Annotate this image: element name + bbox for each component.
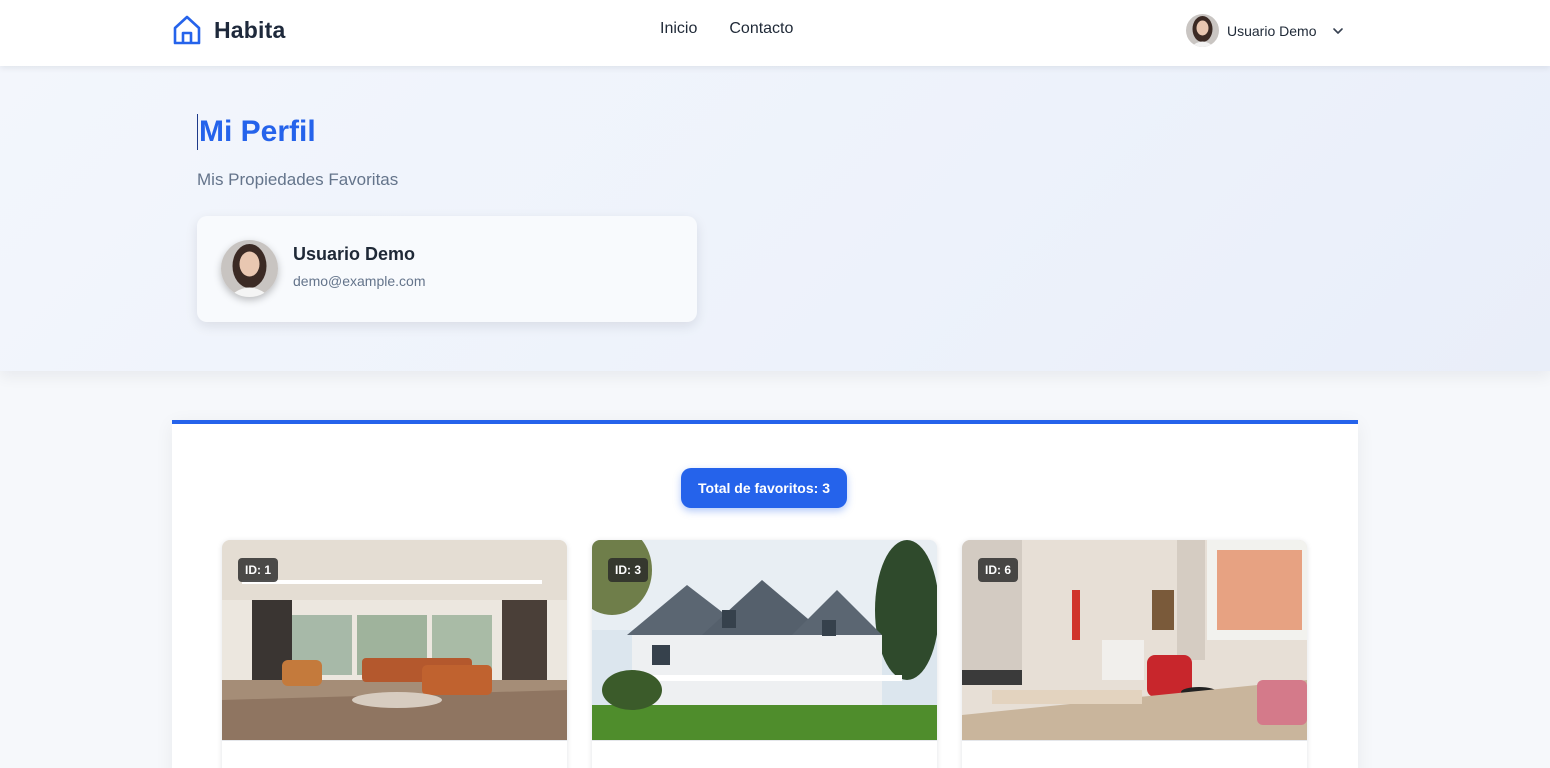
property-card[interactable]: ID: 1 <box>222 540 567 768</box>
property-id-badge: ID: 1 <box>238 558 279 582</box>
property-card-body <box>592 740 937 768</box>
property-id-badge: ID: 6 <box>978 558 1019 582</box>
total-favorites-badge: Total de favoritos: 3 <box>681 468 847 508</box>
property-id-badge: ID: 3 <box>608 558 649 582</box>
property-card[interactable]: ID: 3 <box>592 540 937 768</box>
user-menu-dropdown[interactable]: Usuario Demo <box>1186 14 1344 47</box>
avatar <box>1186 14 1219 47</box>
profile-name: Usuario Demo <box>293 244 416 264</box>
property-card-body <box>962 740 1307 768</box>
brand-logo-link[interactable]: Habita <box>172 14 286 46</box>
property-card-body <box>222 740 567 768</box>
property-card[interactable]: ID: 6 <box>962 540 1307 768</box>
chevron-down-icon <box>1333 27 1344 34</box>
user-menu-name: Usuario Demo <box>1227 22 1317 39</box>
nav-link-inicio[interactable]: Inicio <box>660 20 697 38</box>
top-navbar: Habita Inicio Contacto Usuario Demo <box>0 0 1550 66</box>
profile-hero: Mi Perfil Mis Propiedades Favoritas Usua… <box>0 66 1550 371</box>
profile-card: Usuario Demo demo@example.com <box>197 216 697 322</box>
profile-email: demo@example.com <box>293 273 426 289</box>
nav-link-contacto[interactable]: Contacto <box>729 20 793 38</box>
favorites-panel: Total de favoritos: 3 ID: 1 ID: 3 ID: 6 <box>172 420 1358 768</box>
page-title: Mi Perfil <box>197 114 316 150</box>
page-subtitle: Mis Propiedades Favoritas <box>197 170 399 189</box>
brand-name: Habita <box>214 16 286 43</box>
avatar <box>221 240 278 297</box>
house-icon <box>173 15 201 45</box>
main-nav: Inicio Contacto <box>660 20 793 38</box>
